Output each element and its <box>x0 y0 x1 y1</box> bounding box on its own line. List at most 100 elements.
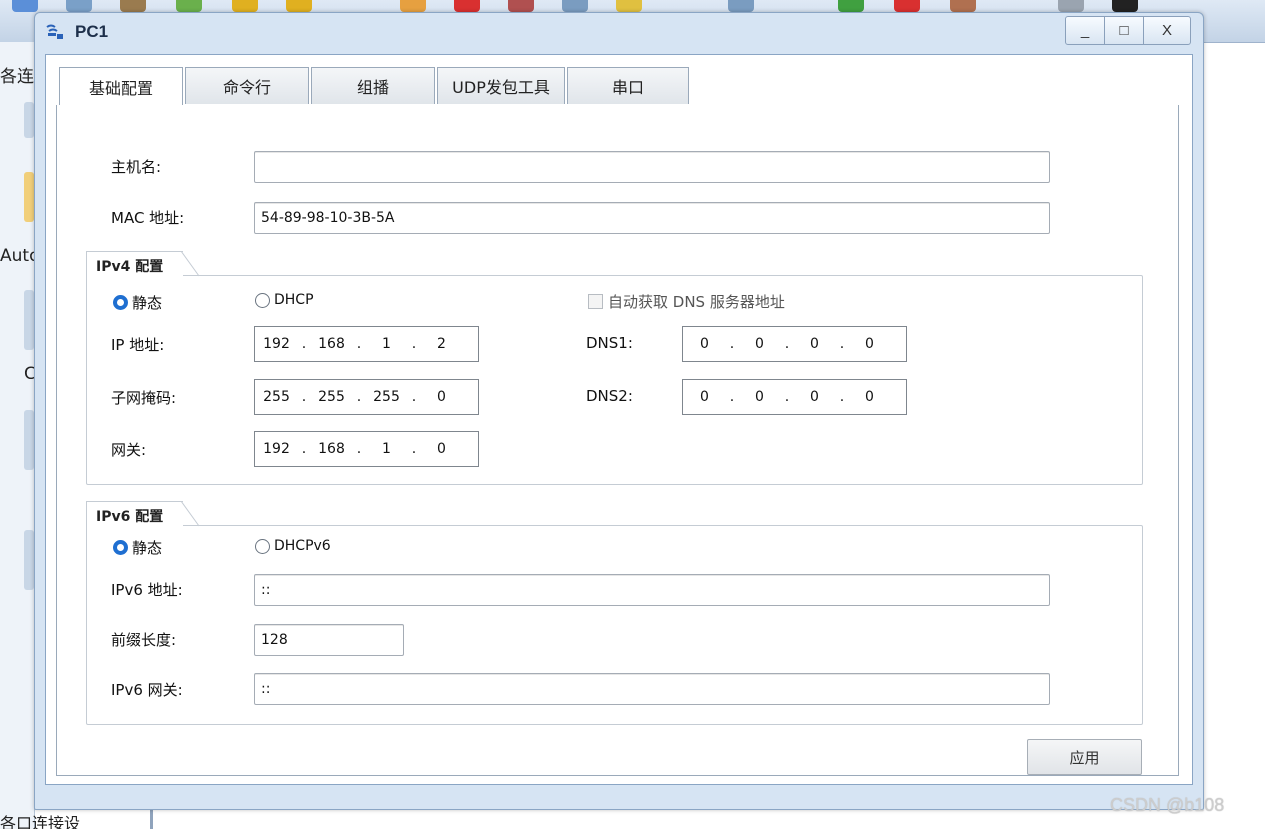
left-label: Auto <box>0 246 34 266</box>
window-controls: _ □ X <box>1065 16 1191 45</box>
toolbar-icon[interactable] <box>454 0 480 12</box>
ipv6-gateway-input[interactable]: :: <box>254 673 1050 705</box>
ip-octet[interactable]: 0 <box>420 441 463 457</box>
ipv6-dhcp-label: DHCPv6 <box>274 538 331 554</box>
ip-octet[interactable]: 0 <box>848 336 891 352</box>
tab-bar: 基础配置 命令行 组播 UDP发包工具 串口 <box>59 67 691 106</box>
ipv6-static-radio[interactable]: 静态 <box>113 537 162 558</box>
ipv6-gateway-label: IPv6 网关: <box>111 681 183 699</box>
left-label: 各连 <box>0 67 34 87</box>
ip-octet[interactable]: 0 <box>793 389 836 405</box>
window-title: PC1 <box>75 22 109 41</box>
ipv6-group-title: IPv6 配置 <box>88 504 172 530</box>
toolbar-icon[interactable] <box>728 0 754 12</box>
ip-address-input[interactable]: 192. 168. 1. 2 <box>254 326 479 362</box>
toolbar-icon[interactable] <box>232 0 258 12</box>
tab-command-line[interactable]: 命令行 <box>185 67 309 104</box>
left-device[interactable] <box>24 410 34 470</box>
pc-icon <box>46 24 63 39</box>
maximize-button[interactable]: □ <box>1104 16 1144 45</box>
title-bar[interactable]: PC1 _ □ X <box>35 13 1203 51</box>
radio-unselected-icon <box>255 538 270 554</box>
subnet-mask-input[interactable]: 255. 255. 255. 0 <box>254 379 479 415</box>
radio-unselected-icon <box>255 292 270 308</box>
ip-octet[interactable]: 0 <box>848 389 891 405</box>
gateway-input[interactable]: 192. 168. 1. 0 <box>254 431 479 467</box>
ip-octet[interactable]: 0 <box>420 389 463 405</box>
ip-octet[interactable]: 0 <box>683 389 726 405</box>
close-button[interactable]: X <box>1143 16 1191 45</box>
ip-octet[interactable]: 192 <box>255 441 298 457</box>
ip-octet[interactable]: 1 <box>365 441 408 457</box>
ipv4-dhcp-label: DHCP <box>274 292 314 308</box>
ip-address-label: IP 地址: <box>111 336 165 354</box>
mac-field[interactable]: 54-89-98-10-3B-5A <box>254 202 1050 234</box>
toolbar-icon[interactable] <box>950 0 976 12</box>
left-device[interactable] <box>24 102 34 138</box>
ipv6-group-tab-edge <box>181 501 200 527</box>
ipv4-static-radio[interactable]: 静态 <box>113 292 162 313</box>
toolbar-icon[interactable] <box>400 0 426 12</box>
dns2-label: DNS2: <box>586 387 633 405</box>
prefix-length-label: 前缀长度: <box>111 631 177 649</box>
toolbar-icon[interactable] <box>1112 0 1138 12</box>
app-bottom-text: 各口连接设 <box>0 814 81 829</box>
basic-config-panel: 主机名: MAC 地址: 54-89-98-10-3B-5A IPv4 配置 静… <box>56 105 1179 776</box>
ipv6-address-input[interactable]: :: <box>254 574 1050 606</box>
checkbox-icon <box>588 294 603 309</box>
hostname-label: 主机名: <box>111 158 162 176</box>
dns1-label: DNS1: <box>586 334 633 352</box>
mac-label: MAC 地址: <box>111 209 185 227</box>
apply-button[interactable]: 应用 <box>1027 739 1142 775</box>
ip-octet[interactable]: 168 <box>310 441 353 457</box>
toolbar-icon[interactable] <box>562 0 588 12</box>
tab-basic-config[interactable]: 基础配置 <box>59 67 183 106</box>
ipv6-dhcp-radio[interactable]: DHCPv6 <box>255 538 331 554</box>
ip-octet[interactable]: 255 <box>365 389 408 405</box>
toolbar-icon[interactable] <box>12 0 38 12</box>
ipv4-dhcp-radio[interactable]: DHCP <box>255 292 314 308</box>
ip-octet[interactable]: 0 <box>738 336 781 352</box>
ip-octet[interactable]: 2 <box>420 336 463 352</box>
toolbar-icon[interactable] <box>838 0 864 12</box>
ipv4-group-title: IPv4 配置 <box>88 254 172 280</box>
app-left-panel: 各连 Auto C <box>0 42 36 829</box>
auto-dns-label: 自动获取 DNS 服务器地址 <box>608 293 785 311</box>
window-content: 基础配置 命令行 组播 UDP发包工具 串口 主机名: MAC 地址: 54-8… <box>45 54 1193 785</box>
ipv4-static-label: 静态 <box>132 294 163 312</box>
tab-multicast[interactable]: 组播 <box>311 67 435 104</box>
toolbar-icon[interactable] <box>1058 0 1084 12</box>
toolbar-icon[interactable] <box>176 0 202 12</box>
ip-octet[interactable]: 192 <box>255 336 298 352</box>
left-device[interactable] <box>24 530 34 590</box>
ip-octet[interactable]: 0 <box>683 336 726 352</box>
dns1-input[interactable]: 0. 0. 0. 0 <box>682 326 907 362</box>
ip-octet[interactable]: 0 <box>738 389 781 405</box>
ipv6-address-label: IPv6 地址: <box>111 581 183 599</box>
hostname-input[interactable] <box>254 151 1050 183</box>
radio-selected-icon <box>113 540 128 555</box>
left-device[interactable] <box>24 290 34 350</box>
auto-dns-checkbox[interactable]: 自动获取 DNS 服务器地址 <box>588 291 785 312</box>
toolbar-icon[interactable] <box>120 0 146 12</box>
prefix-length-input[interactable]: 128 <box>254 624 404 656</box>
dns2-input[interactable]: 0. 0. 0. 0 <box>682 379 907 415</box>
radio-selected-icon <box>113 295 128 310</box>
toolbar-icon[interactable] <box>66 0 92 12</box>
tab-udp-tool[interactable]: UDP发包工具 <box>437 67 565 104</box>
tab-serial[interactable]: 串口 <box>567 67 689 104</box>
minimize-button[interactable]: _ <box>1065 16 1105 45</box>
toolbar-icon[interactable] <box>616 0 642 12</box>
watermark: CSDN @b108 <box>1110 795 1225 815</box>
ip-octet[interactable]: 168 <box>310 336 353 352</box>
left-device[interactable] <box>24 172 34 222</box>
ipv6-static-label: 静态 <box>132 539 163 557</box>
pc1-config-window: PC1 _ □ X 基础配置 命令行 组播 UDP发包工具 串口 主机名: MA… <box>34 12 1204 810</box>
toolbar-icon[interactable] <box>508 0 534 12</box>
toolbar-icon[interactable] <box>286 0 312 12</box>
ip-octet[interactable]: 255 <box>255 389 298 405</box>
ip-octet[interactable]: 255 <box>310 389 353 405</box>
ip-octet[interactable]: 1 <box>365 336 408 352</box>
toolbar-icon[interactable] <box>894 0 920 12</box>
ip-octet[interactable]: 0 <box>793 336 836 352</box>
